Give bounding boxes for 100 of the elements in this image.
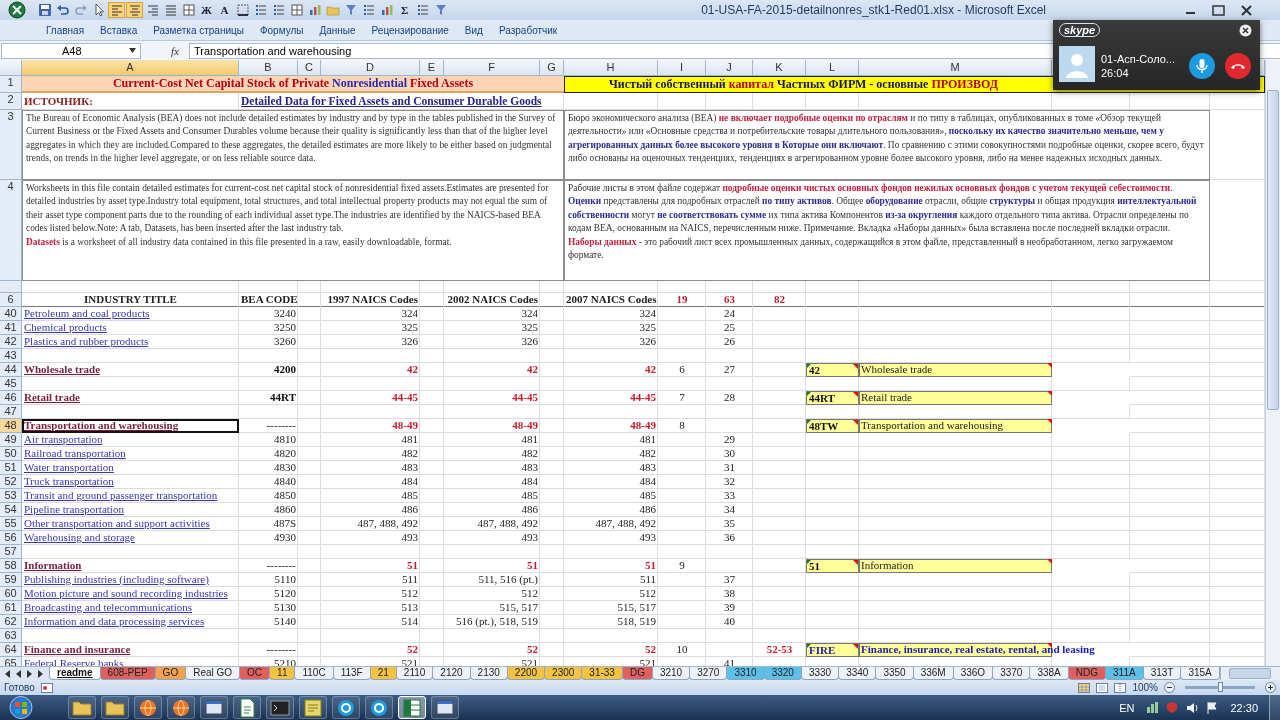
- industry-heading[interactable]: Information: [22, 559, 239, 573]
- sheet-tab[interactable]: 336O: [952, 667, 994, 680]
- sheet-tab[interactable]: 2120: [432, 667, 471, 680]
- page-break-icon[interactable]: [1114, 682, 1127, 693]
- industry-heading[interactable]: Finance and insurance: [22, 643, 239, 657]
- close-icon[interactable]: [1239, 24, 1252, 37]
- taskbar-button[interactable]: [68, 696, 96, 719]
- language-indicator[interactable]: EN: [1119, 701, 1135, 714]
- taskbar-button[interactable]: [299, 696, 327, 719]
- page-layout-icon[interactable]: [1096, 682, 1109, 693]
- taskbar-button[interactable]: [266, 696, 294, 719]
- sheet-tab[interactable]: 11: [269, 667, 296, 680]
- grid-button[interactable]: [288, 2, 305, 18]
- sheet-tab[interactable]: 608-PEP: [99, 667, 156, 680]
- industry-link[interactable]: Transit and ground passenger transportation: [22, 489, 239, 503]
- ribbon-tab[interactable]: Разметка страницы: [145, 24, 252, 36]
- sheet-tab[interactable]: DG: [621, 667, 653, 680]
- column-header[interactable]: A: [22, 60, 239, 76]
- column-header[interactable]: H: [564, 60, 658, 76]
- sheet-tab[interactable]: 3350: [875, 667, 914, 680]
- ribbon-tab[interactable]: Вид: [456, 24, 491, 36]
- taskbar-button[interactable]: [398, 696, 426, 719]
- ribbon-tab[interactable]: Данные: [311, 24, 364, 36]
- ribbon-tab[interactable]: Формулы: [251, 24, 312, 36]
- sheet-tab[interactable]: GO: [154, 667, 187, 680]
- taskbar-button[interactable]: [332, 696, 360, 719]
- industry-link[interactable]: Information and data processing services: [22, 615, 239, 629]
- sheet-tab[interactable]: 2130: [469, 667, 508, 680]
- sheet-tab[interactable]: 338A: [1029, 667, 1069, 680]
- sheet-tab[interactable]: 3310: [726, 667, 765, 680]
- format-button[interactable]: Ж: [198, 2, 215, 18]
- sheet-tab[interactable]: 3370: [992, 667, 1031, 680]
- horizontal-scrollbar[interactable]: [1219, 667, 1280, 680]
- column-header[interactable]: M: [859, 60, 1052, 76]
- speaker-icon[interactable]: [1185, 700, 1200, 715]
- sheet-tab[interactable]: OC: [239, 667, 271, 680]
- sheet-tab[interactable]: Real GO: [185, 667, 241, 680]
- sheet-tab[interactable]: 315A: [1180, 667, 1220, 680]
- microphone-button[interactable]: [1189, 53, 1215, 79]
- column-header[interactable]: G: [540, 60, 564, 76]
- flag-icon[interactable]: [1205, 700, 1220, 715]
- sheet-tab[interactable]: 313T: [1142, 667, 1182, 680]
- vertical-scrollbar[interactable]: [1265, 60, 1280, 666]
- industry-link[interactable]: Warehousing and storage: [22, 531, 239, 545]
- industry-link[interactable]: Plastics and rubber products: [22, 335, 239, 349]
- industry-link[interactable]: Truck transportation: [22, 475, 239, 489]
- sheet-tab[interactable]: 21: [369, 667, 397, 680]
- sheet-tab[interactable]: 2300: [544, 667, 583, 680]
- macro-record-icon[interactable]: [40, 682, 53, 693]
- industry-link[interactable]: Broadcasting and telecommunications: [22, 601, 239, 615]
- industry-link[interactable]: Motion picture and sound recording industries: [22, 587, 239, 601]
- normal-view-icon[interactable]: [1078, 682, 1091, 693]
- column-header[interactable]: J: [706, 60, 753, 76]
- taskbar-button[interactable]: [431, 696, 459, 719]
- industry-link[interactable]: Air transportation: [22, 433, 239, 447]
- ribbon-tab[interactable]: Главная: [38, 24, 93, 36]
- align-left-button[interactable]: [108, 2, 125, 18]
- ribbon-tab[interactable]: Вставка: [92, 24, 146, 36]
- sheet-tab[interactable]: 31-33: [581, 667, 623, 680]
- function-label[interactable]: fx: [171, 44, 185, 57]
- sheet-tab[interactable]: 3340: [838, 667, 877, 680]
- sheet-tab[interactable]: 2200: [506, 667, 546, 680]
- scrollbar-thumb[interactable]: [1267, 90, 1279, 410]
- column-header[interactable]: D: [321, 60, 420, 76]
- show-desktop-button[interactable]: [1269, 695, 1280, 720]
- column-header[interactable]: L: [806, 60, 859, 76]
- format-button[interactable]: A: [216, 2, 233, 18]
- column-header[interactable]: K: [753, 60, 806, 76]
- ribbon-tab[interactable]: Разработчик: [490, 24, 566, 36]
- format-button[interactable]: Σ: [396, 2, 413, 18]
- ribbon-tab[interactable]: Рецензирование: [363, 24, 457, 36]
- sheet-tab[interactable]: 110C: [294, 667, 334, 680]
- zoom-in-icon[interactable]: [1265, 682, 1276, 693]
- clock[interactable]: 22:30: [1230, 701, 1258, 714]
- sheet-tab[interactable]: 336M: [912, 667, 954, 680]
- sheet-tab[interactable]: 2110: [395, 667, 434, 680]
- taskbar-button[interactable]: [167, 696, 195, 719]
- border-button[interactable]: [234, 2, 251, 18]
- grid-button[interactable]: [180, 2, 197, 18]
- column-header[interactable]: F: [444, 60, 540, 76]
- column-header[interactable]: I: [658, 60, 706, 76]
- column-header[interactable]: C: [298, 60, 321, 76]
- scrollbar-thumb[interactable]: [1229, 668, 1272, 679]
- slider-thumb[interactable]: [1218, 682, 1223, 692]
- industry-link[interactable]: Chemical products: [22, 321, 239, 335]
- sheet-tab[interactable]: 311A: [1105, 667, 1144, 680]
- industry-link[interactable]: Other transportation and support activities: [22, 517, 239, 531]
- industry-heading[interactable]: Retail trade: [22, 391, 239, 405]
- industry-link[interactable]: Publishing industries (including software): [22, 573, 239, 587]
- source-link[interactable]: Detailed Data for Fixed Assets and Consumer Durable Goods: [239, 93, 540, 110]
- industry-link[interactable]: Petroleum and coal products: [22, 307, 239, 321]
- align-center-button[interactable]: [126, 2, 143, 18]
- column-header[interactable]: B: [239, 60, 298, 76]
- name-box[interactable]: A48: [1, 42, 141, 59]
- industry-heading[interactable]: Transportation and warehousing: [22, 419, 239, 433]
- sheet-tab[interactable]: NDG: [1067, 667, 1106, 680]
- industry-link[interactable]: Railroad transportation: [22, 447, 239, 461]
- industry-heading[interactable]: Wholesale trade: [22, 363, 239, 377]
- industry-link[interactable]: Pipeline transportation: [22, 503, 239, 517]
- sheet-tab[interactable]: 3320: [763, 667, 802, 680]
